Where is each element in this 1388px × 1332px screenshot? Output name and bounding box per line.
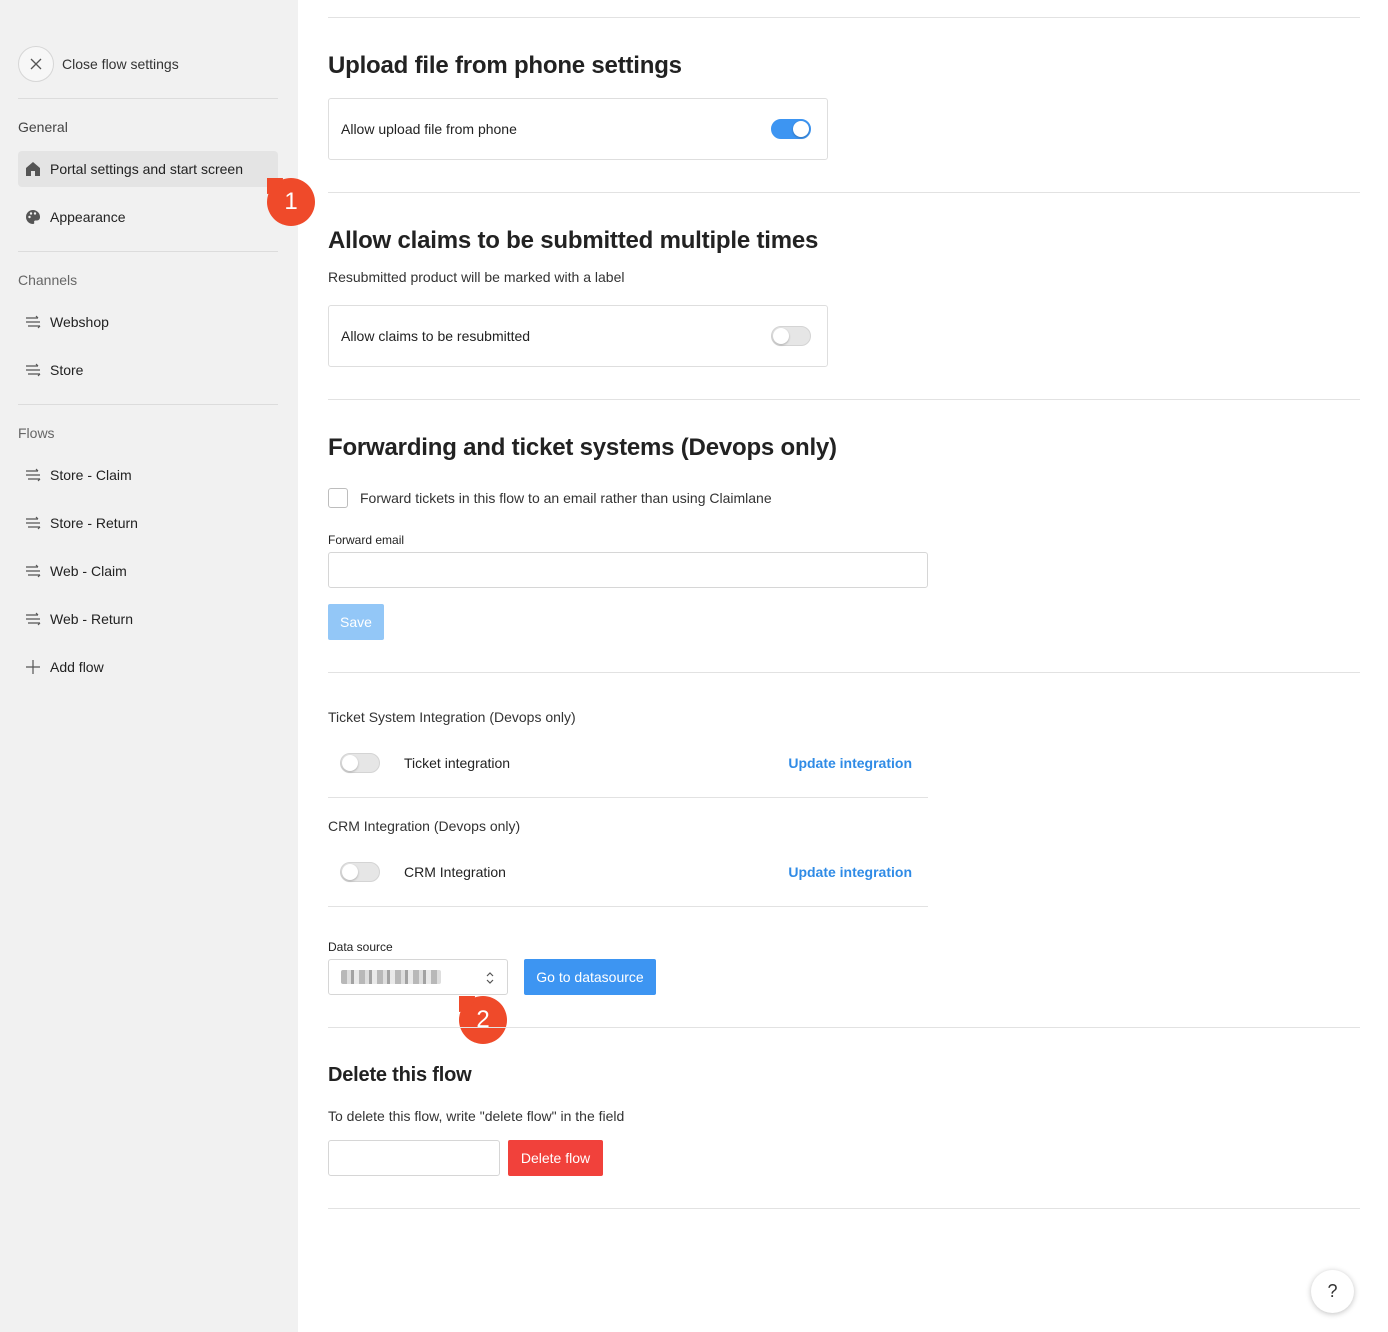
forward-checkbox-label: Forward tickets in this flow to an email… bbox=[360, 490, 772, 506]
sidebar-item-label: Portal settings and start screen bbox=[50, 161, 243, 177]
sidebar-item-label: Webshop bbox=[50, 314, 109, 330]
delete-flow-description: To delete this flow, write "delete flow"… bbox=[328, 1108, 625, 1124]
sidebar-item-label: Store - Claim bbox=[50, 467, 132, 483]
sidebar: Close flow settings General Portal setti… bbox=[0, 0, 298, 1332]
divider bbox=[328, 17, 1360, 18]
resubmit-toggle[interactable] bbox=[771, 326, 811, 346]
forwarding-title: Forwarding and ticket systems (Devops on… bbox=[328, 434, 837, 461]
sidebar-item-label: Add flow bbox=[50, 659, 104, 675]
upload-toggle-label: Allow upload file from phone bbox=[341, 121, 517, 137]
ticket-integration-label: Ticket integration bbox=[404, 755, 511, 771]
data-source-select[interactable] bbox=[328, 959, 508, 995]
delete-flow-title: Delete this flow bbox=[328, 1064, 472, 1086]
sidebar-item-add-flow[interactable]: Add flow bbox=[18, 649, 278, 685]
flow-icon bbox=[24, 514, 42, 532]
divider bbox=[328, 672, 1360, 673]
main-content: Upload file from phone settings Allow up… bbox=[298, 0, 1388, 1332]
resubmit-title: Allow claims to be submitted multiple ti… bbox=[328, 227, 819, 254]
divider bbox=[18, 98, 278, 99]
home-icon bbox=[24, 160, 42, 178]
sidebar-item-web-claim[interactable]: Web - Claim bbox=[18, 553, 278, 589]
flow-icon bbox=[24, 466, 42, 484]
sidebar-item-appearance[interactable]: Appearance bbox=[18, 199, 278, 235]
resubmit-toggle-card: Allow claims to be resubmitted bbox=[328, 305, 828, 367]
flow-icon bbox=[24, 610, 42, 628]
crm-integration-row: CRM Integration Update integration bbox=[328, 854, 928, 890]
data-source-label: Data source bbox=[328, 940, 393, 954]
section-label-channels: Channels bbox=[18, 272, 78, 288]
delete-confirm-input[interactable] bbox=[328, 1140, 500, 1176]
crm-update-integration-link[interactable]: Update integration bbox=[788, 864, 912, 880]
divider bbox=[328, 192, 1360, 193]
sidebar-item-label: Web - Return bbox=[50, 611, 133, 627]
resubmit-description: Resubmitted product will be marked with … bbox=[328, 269, 625, 285]
help-button[interactable]: ? bbox=[1311, 1270, 1354, 1313]
delete-flow-button[interactable]: Delete flow bbox=[508, 1140, 603, 1176]
close-flow-settings-label: Close flow settings bbox=[62, 56, 179, 72]
divider bbox=[18, 404, 278, 405]
palette-icon bbox=[24, 208, 42, 226]
close-flow-settings[interactable]: Close flow settings bbox=[18, 46, 179, 82]
flow-icon bbox=[24, 313, 42, 331]
divider bbox=[328, 797, 928, 798]
plus-icon bbox=[24, 658, 42, 676]
section-label-flows: Flows bbox=[18, 425, 55, 441]
crm-integration-label: CRM Integration bbox=[404, 864, 506, 880]
divider bbox=[328, 906, 928, 907]
ticket-integration-toggle[interactable] bbox=[340, 753, 380, 773]
forward-email-input[interactable] bbox=[328, 552, 928, 588]
sidebar-item-label: Store - Return bbox=[50, 515, 138, 531]
divider bbox=[18, 251, 278, 252]
upload-toggle[interactable] bbox=[771, 119, 811, 139]
flow-icon bbox=[24, 361, 42, 379]
forward-checkbox[interactable] bbox=[328, 488, 348, 508]
sidebar-item-label: Store bbox=[50, 362, 84, 378]
sidebar-item-webshop[interactable]: Webshop bbox=[18, 304, 278, 340]
flow-icon bbox=[24, 562, 42, 580]
divider bbox=[328, 399, 1360, 400]
forward-checkbox-row[interactable]: Forward tickets in this flow to an email… bbox=[328, 488, 772, 508]
go-to-datasource-button[interactable]: Go to datasource bbox=[524, 959, 656, 995]
close-icon bbox=[30, 58, 42, 70]
sidebar-item-label: Web - Claim bbox=[50, 563, 127, 579]
ticket-update-integration-link[interactable]: Update integration bbox=[788, 755, 912, 771]
crm-integration-title: CRM Integration (Devops only) bbox=[328, 818, 521, 834]
upload-toggle-card: Allow upload file from phone bbox=[328, 98, 828, 160]
sidebar-item-web-return[interactable]: Web - Return bbox=[18, 601, 278, 637]
sidebar-item-store-claim[interactable]: Store - Claim bbox=[18, 457, 278, 493]
ticket-integration-row: Ticket integration Update integration bbox=[328, 745, 928, 781]
data-source-value-redacted bbox=[341, 970, 441, 984]
crm-integration-toggle[interactable] bbox=[340, 862, 380, 882]
section-label-general: General bbox=[18, 119, 68, 135]
save-button[interactable]: Save bbox=[328, 604, 384, 640]
divider bbox=[328, 1027, 1360, 1028]
sidebar-item-portal-settings[interactable]: Portal settings and start screen bbox=[18, 151, 278, 187]
chevron-updown-icon bbox=[486, 972, 494, 984]
divider bbox=[328, 1208, 1360, 1209]
resubmit-toggle-label: Allow claims to be resubmitted bbox=[341, 328, 531, 344]
forward-email-label: Forward email bbox=[328, 533, 405, 547]
sidebar-item-store-return[interactable]: Store - Return bbox=[18, 505, 278, 541]
sidebar-item-store[interactable]: Store bbox=[18, 352, 278, 388]
sidebar-item-label: Appearance bbox=[50, 209, 126, 225]
upload-settings-title: Upload file from phone settings bbox=[328, 52, 682, 79]
ticket-integration-title: Ticket System Integration (Devops only) bbox=[328, 709, 576, 725]
close-button[interactable] bbox=[18, 46, 54, 82]
